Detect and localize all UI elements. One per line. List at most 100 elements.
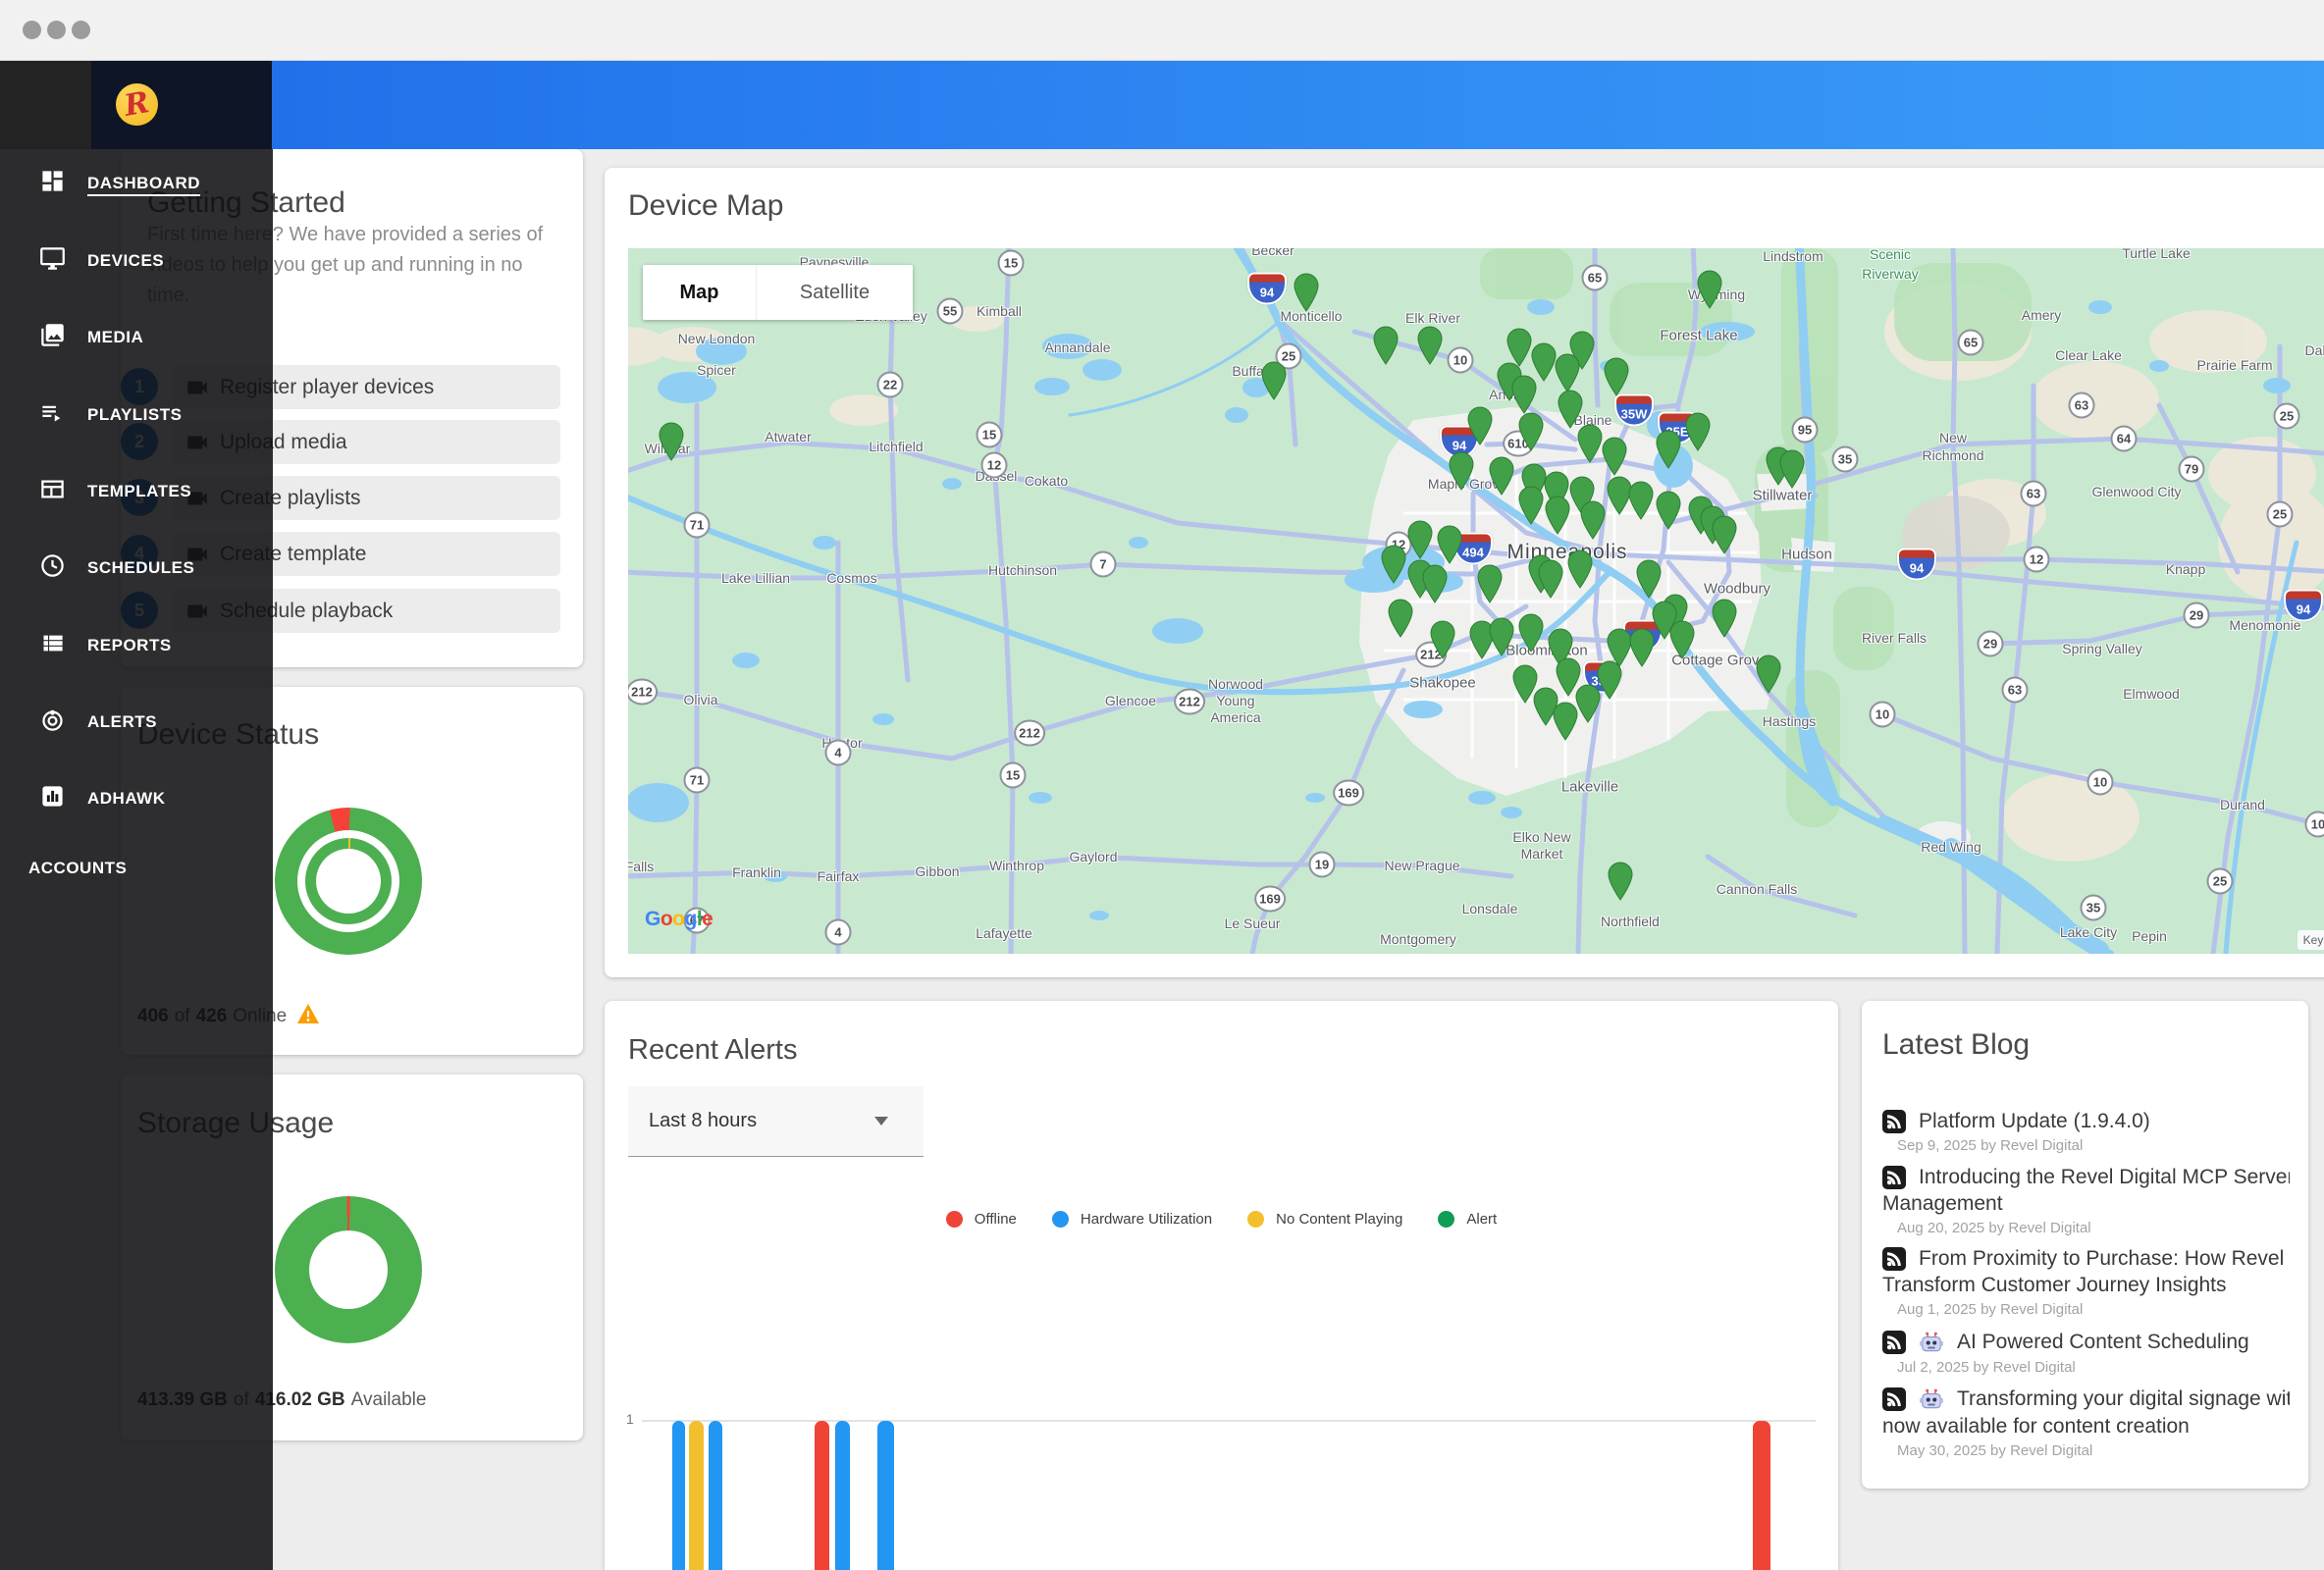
blog-post-title[interactable]: Platform Update (1.9.4.0) [1919,1110,2150,1133]
map-city-label: Young [1216,693,1254,708]
device-marker-pin[interactable] [1669,620,1695,659]
device-marker-pin[interactable] [1697,270,1722,309]
device-marker-pin[interactable] [1417,326,1443,365]
route-shield-icon: 4 [825,919,852,946]
blog-post-title[interactable]: Transforming your digital signage with A… [1957,1387,2290,1411]
sidebar-item-media[interactable]: MEDIA [39,317,143,358]
device-marker-pin[interactable] [1656,491,1681,530]
device-marker-pin[interactable] [659,422,684,461]
blog-post-title[interactable]: AI Powered Content Scheduling [1957,1331,2249,1354]
device-map-card: Device Map [605,168,2324,977]
device-marker-pin[interactable] [1518,486,1544,525]
playlists-icon [39,399,66,431]
blog-post[interactable]: AI Powered Content SchedulingJul 2, 2025… [1882,1330,2290,1376]
satellite-button[interactable]: Satellite [756,265,913,320]
device-marker-pin[interactable] [1430,620,1455,659]
device-marker-pin[interactable] [1381,545,1406,584]
device-marker-pin[interactable] [1294,273,1319,312]
window-control-icon[interactable] [23,21,41,39]
route-shield-icon: 15 [977,422,1003,448]
device-marker-pin[interactable] [1422,564,1448,603]
device-marker-pin[interactable] [1489,617,1514,656]
google-map[interactable]: BeckerMonticelloElk RiverWyomingLindstro… [628,248,2324,954]
legend-dot-icon [1247,1211,1264,1228]
device-marker-pin[interactable] [1636,559,1662,599]
sidebar-section-accounts[interactable]: ACCOUNTS [28,859,127,878]
sidebar-item-schedules[interactable]: SCHEDULES [39,548,194,589]
device-marker-pin[interactable] [1477,564,1503,603]
device-marker-pin[interactable] [1489,456,1514,496]
revel-logo[interactable]: R [116,83,158,126]
map-city-label: Scenic [1870,248,1911,262]
blog-post[interactable]: Platform Update (1.9.4.0)Sep 9, 2025 by … [1882,1110,2290,1154]
route-shield-icon: 12 [2024,547,2050,573]
device-marker-pin[interactable] [1567,550,1593,589]
rss-icon [1882,1110,1906,1133]
sidebar-item-alerts[interactable]: ALERTS [39,702,157,743]
device-marker-pin[interactable] [1518,613,1544,653]
sidebar-item-label: ALERTS [87,712,157,732]
map-city-label: Lake City [2060,924,2117,940]
keyboard-shortcuts-hint[interactable]: Keyb [2298,930,2324,950]
device-marker-pin[interactable] [1373,326,1399,365]
device-marker-pin[interactable] [1511,375,1537,414]
blog-post[interactable]: From Proximity to Purchase: How Revel Di… [1882,1247,2290,1318]
device-status-donut-chart [275,808,422,955]
window-control-icon[interactable] [72,21,90,39]
blog-post-title[interactable]: From Proximity to Purchase: How Revel Di… [1919,1247,2290,1271]
device-marker-pin[interactable] [1558,390,1583,429]
blog-post-title-line2[interactable]: Management [1882,1192,2290,1216]
device-marker-pin[interactable] [1756,654,1781,694]
rss-icon [1882,1247,1906,1271]
device-marker-pin[interactable] [1712,599,1737,638]
route-shield-icon: 22 [877,372,904,398]
device-marker-pin[interactable] [1437,525,1462,564]
device-marker-pin[interactable] [1467,406,1493,445]
sidebar-item-dashboard[interactable]: DASHBOARD [39,163,200,204]
map-city-label: Redwood Falls [628,859,654,874]
blog-post-title-line2[interactable]: now available for content creation [1882,1415,2290,1439]
blog-post[interactable]: Introducing the Revel Digital MCP Server… [1882,1166,2290,1236]
map-city-label: Elko New [1512,829,1570,845]
map-button[interactable]: Map [643,265,756,320]
device-marker-pin[interactable] [1628,481,1654,520]
summary-text: Available [351,1389,427,1411]
sidebar-item-templates[interactable]: TEMPLATES [39,471,191,512]
device-marker-pin[interactable] [1538,559,1563,599]
device-marker-pin[interactable] [1597,660,1622,700]
device-marker-pin[interactable] [1261,361,1287,400]
blog-post[interactable]: Transforming your digital signage with A… [1882,1387,2290,1459]
device-marker-pin[interactable] [1577,424,1603,463]
sidebar-item-label: SCHEDULES [87,558,194,578]
window-control-icon[interactable] [47,21,66,39]
device-marker-pin[interactable] [1407,520,1433,559]
device-marker-pin[interactable] [1712,515,1737,554]
schedules-icon [39,552,66,584]
device-marker-pin[interactable] [1518,412,1544,451]
sidebar-item-devices[interactable]: DEVICES [39,240,164,282]
route-shield-icon: 10 [1870,702,1896,728]
device-marker-pin[interactable] [1449,451,1474,491]
device-marker-pin[interactable] [1779,449,1805,489]
device-marker-pin[interactable] [1388,599,1413,638]
device-marker-pin[interactable] [1555,353,1580,392]
time-range-select[interactable]: Last 8 hours [628,1086,924,1157]
device-marker-pin[interactable] [1685,412,1711,451]
blog-post-title[interactable]: Introducing the Revel Digital MCP Server… [1919,1166,2290,1189]
alert-bar [835,1421,850,1570]
device-marker-pin[interactable] [1604,357,1629,396]
device-marker-pin[interactable] [1608,862,1633,901]
device-marker-pin[interactable] [1602,437,1627,476]
map-type-control: Map Satellite [643,265,913,320]
sidebar-item-playlists[interactable]: PLAYLISTS [39,394,182,436]
device-marker-pin[interactable] [1656,430,1681,469]
device-marker-pin[interactable] [1545,496,1570,535]
sidebar-item-reports[interactable]: REPORTS [39,625,172,666]
blog-post-title-line2[interactable]: Transform Customer Journey Insights [1882,1274,2290,1297]
device-marker-pin[interactable] [1580,500,1606,540]
device-marker-pin[interactable] [1506,328,1532,367]
sidebar-item-adhawk[interactable]: ADHAWK [39,778,166,819]
sidebar-item-label: MEDIA [87,328,143,347]
map-city-label: Turtle Lake [2122,248,2191,261]
map-city-label: New [1939,430,1967,445]
